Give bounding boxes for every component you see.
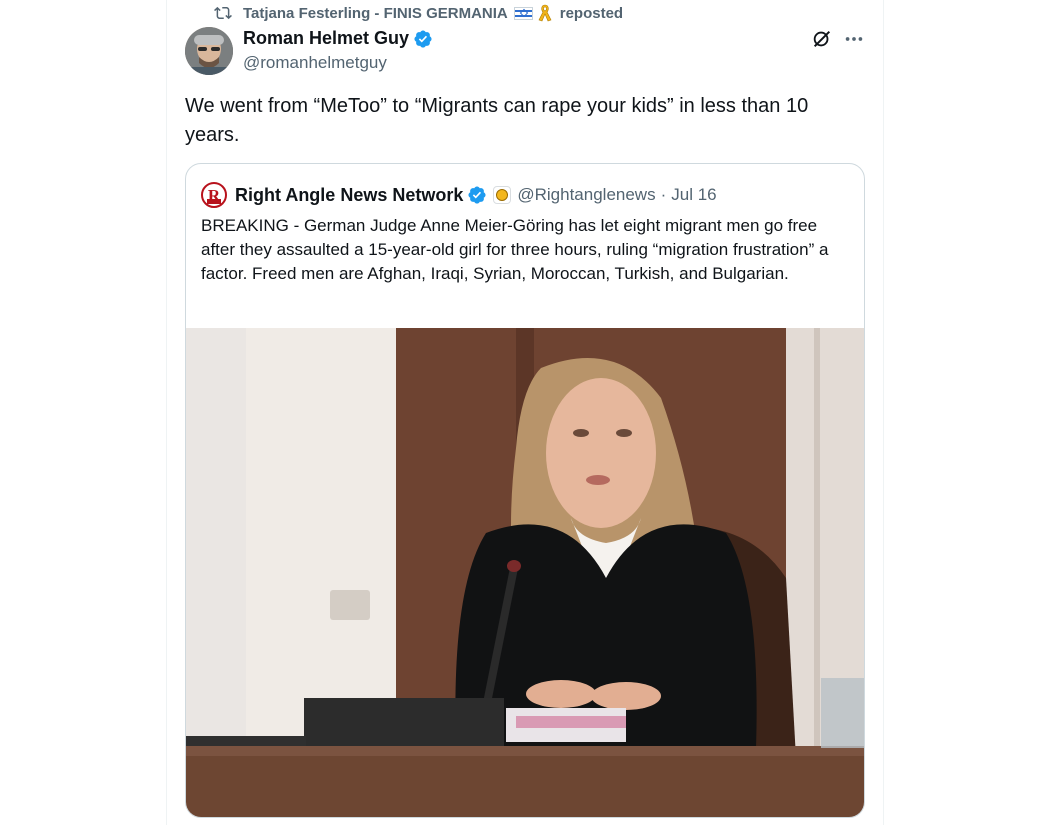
avatar[interactable] [185,27,233,75]
author-handle[interactable]: @romanhelmetguy [243,53,387,73]
quote-author-name[interactable]: Right Angle News Network [235,185,463,206]
quote-media-photo[interactable] [186,328,864,817]
verified-badge-icon [468,186,486,204]
yellow-ribbon-icon [538,4,552,22]
quote-date[interactable]: Jul 16 [671,185,716,205]
repost-label: reposted [559,4,624,22]
reposter-name[interactable]: Tatjana Festerling - FINIS GERMANIA [243,5,508,22]
verified-badge-icon[interactable] [413,29,433,49]
grok-icon[interactable] [811,28,833,50]
more-options-icon[interactable] [843,28,865,50]
news-network-logo-icon[interactable]: R [201,182,227,208]
author-name-row[interactable]: Roman Helmet Guy [243,28,433,49]
quote-text: BREAKING - German Judge Anne Meier-Görin… [201,216,829,283]
israel-flag-icon [513,6,533,20]
quoted-tweet-card[interactable]: R Right Angle News Network @Rightanglene… [185,163,865,818]
repost-context[interactable]: Tatjana Festerling - FINIS GERMANIA repo… [214,3,623,23]
affiliate-badge-icon [493,186,512,204]
repost-icon [214,6,232,20]
quote-author-handle: @Rightanglenews [517,185,656,204]
quote-separator: · [660,185,667,204]
tweet-text: We went from “MeToo” to “Migrants can ra… [185,95,809,146]
avatar-image [185,27,233,75]
quote-header[interactable]: R Right Angle News Network @Rightanglene… [201,182,717,208]
author-name[interactable]: Roman Helmet Guy [243,28,409,49]
